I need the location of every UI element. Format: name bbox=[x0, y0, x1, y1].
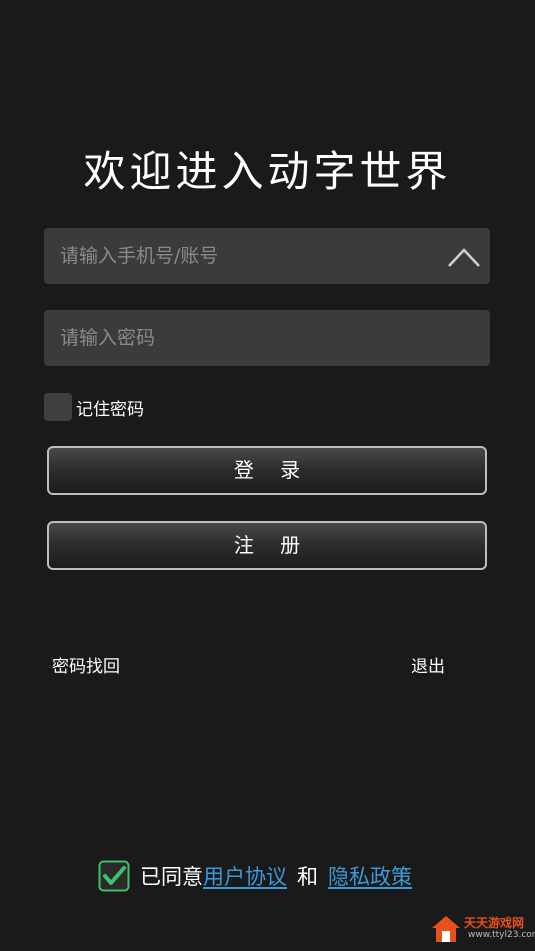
page-title: 欢迎进入动字世界 bbox=[83, 147, 452, 196]
watermark: 天天游戏网 www.ttyl23.com bbox=[430, 912, 535, 946]
login-button[interactable]: 登 录 bbox=[47, 446, 487, 495]
register-button[interactable]: 注 册 bbox=[47, 521, 487, 570]
account-field[interactable] bbox=[44, 228, 490, 284]
agreement-checkbox[interactable] bbox=[98, 860, 130, 892]
privacy-policy-link[interactable]: 隐私政策 bbox=[328, 861, 412, 891]
agreement-prefix: 已同意 bbox=[140, 865, 203, 889]
remember-password[interactable]: 记住密码 bbox=[44, 392, 144, 422]
watermark-logo-icon bbox=[432, 916, 460, 942]
agreement-row: 已同意 用户协议 和 隐私政策 bbox=[98, 859, 412, 893]
watermark-url: www.ttyl23.com bbox=[468, 930, 535, 940]
remember-password-label[interactable]: 记住密码 bbox=[76, 395, 144, 420]
exit-link[interactable]: 退出 bbox=[411, 652, 445, 677]
agreement-and: 和 bbox=[297, 865, 318, 889]
chevron-up-icon[interactable] bbox=[446, 240, 482, 272]
remember-password-checkbox[interactable] bbox=[44, 393, 72, 421]
account-input[interactable] bbox=[44, 228, 424, 284]
user-agreement-link[interactable]: 用户协议 bbox=[203, 861, 287, 891]
recover-password-link[interactable]: 密码找回 bbox=[52, 652, 120, 677]
watermark-name: 天天游戏网 bbox=[464, 916, 525, 930]
password-field[interactable] bbox=[44, 310, 490, 366]
password-input[interactable] bbox=[44, 310, 490, 366]
